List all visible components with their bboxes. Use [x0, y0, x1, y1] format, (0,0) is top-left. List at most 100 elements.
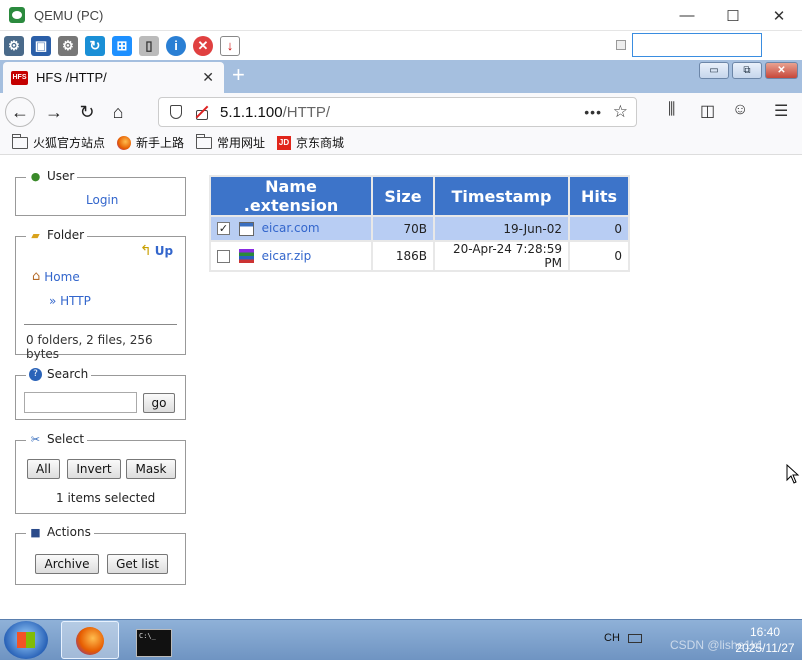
table-row[interactable]: ✓ eicar.com 70B 19-Jun-02 0 — [211, 217, 628, 240]
ime-indicator[interactable]: CH — [604, 632, 620, 644]
header-timestamp[interactable]: Timestamp — [435, 177, 568, 215]
toolbar-input[interactable] — [632, 33, 762, 57]
home-icon[interactable]: ⌂ — [103, 97, 133, 127]
reload-icon[interactable]: ↻ — [72, 97, 102, 127]
bookmark-jd[interactable]: JD 京东商城 — [277, 134, 344, 151]
url-host: 5.1.1.100 — [220, 103, 283, 121]
folder-open-icon: ▰ — [31, 228, 40, 242]
forward-arrow-icon[interactable]: → — [39, 97, 69, 127]
minimize-button[interactable]: — — [664, 0, 710, 31]
invert-button[interactable]: Invert — [67, 459, 121, 479]
refresh-icon[interactable]: ↻ — [85, 35, 105, 56]
folder-icon — [196, 133, 213, 149]
scissors-icon: ✂ — [30, 432, 41, 446]
network-icon[interactable]: ⚙ — [4, 35, 24, 56]
qemu-title-bar: QEMU (PC) — ☐ ✕ — [0, 0, 802, 31]
browser-minimize-button[interactable]: ▭ — [699, 62, 729, 79]
start-button[interactable] — [4, 621, 48, 659]
up-label: Up — [154, 244, 174, 258]
tab-title: HFS /HTTP/ — [36, 70, 107, 85]
file-link[interactable]: eicar.zip — [262, 249, 312, 263]
actions-legend: ■ Actions — [26, 525, 94, 539]
taskbar-cmd[interactable] — [122, 621, 180, 659]
url-bar[interactable]: 5.1.1.100/HTTP/ ••• ☆ — [158, 97, 637, 127]
shield-icon[interactable] — [170, 105, 182, 119]
header-size[interactable]: Size — [373, 177, 433, 215]
close-window-button[interactable]: ✕ — [756, 0, 802, 31]
up-arrow-icon: ↰ — [140, 243, 152, 259]
file-timestamp: 20-Apr-24 7:28:59 PM — [435, 242, 568, 270]
bookmark-common-sites[interactable]: 常用网址 — [196, 133, 265, 151]
qemu-window-title: QEMU (PC) — [34, 7, 104, 23]
tab-close-icon[interactable]: ✕ — [202, 69, 214, 86]
go-button[interactable]: go — [143, 393, 175, 413]
table-header-row: Name .extension Size Timestamp Hits — [211, 177, 628, 215]
bookmark-star-icon[interactable]: ☆ — [613, 102, 628, 122]
home-folder-icon: ⌂ — [32, 269, 41, 284]
get-list-button[interactable]: Get list — [107, 554, 168, 574]
windows-icon[interactable]: ⊞ — [112, 35, 132, 56]
archive-button[interactable]: Archive — [35, 554, 99, 574]
back-arrow-icon[interactable]: ← — [5, 97, 35, 127]
insecure-lock-icon[interactable] — [194, 105, 208, 120]
new-tab-icon[interactable]: + — [232, 64, 245, 86]
firefox-icon — [117, 135, 132, 150]
login-link[interactable]: Login — [86, 193, 118, 207]
bookmark-label: 京东商城 — [296, 136, 345, 150]
library-icon[interactable]: ⫼ — [668, 101, 675, 119]
menu-icon[interactable]: ☰ — [774, 101, 788, 121]
home-link[interactable]: ⌂ Home — [32, 269, 80, 284]
current-folder-link[interactable]: » HTTP — [49, 294, 91, 308]
info-icon[interactable]: i — [166, 35, 186, 56]
row-checkbox[interactable] — [217, 249, 230, 263]
bookmark-label: 新手上路 — [136, 136, 185, 150]
row-checkbox[interactable]: ✓ — [217, 222, 230, 236]
account-icon[interactable]: ☺ — [732, 101, 748, 119]
actions-panel: ■ Actions Archive Get list — [15, 525, 186, 585]
search-legend-label: Search — [47, 367, 89, 381]
fullscreen-icon[interactable]: ▣ — [31, 35, 51, 56]
archive-file-icon — [238, 249, 254, 264]
keyboard-icon[interactable] — [628, 634, 642, 643]
download-icon[interactable]: ↓ — [220, 35, 240, 56]
bookmark-getting-started[interactable]: 新手上路 — [117, 134, 184, 151]
up-link[interactable]: ↰ Up — [140, 243, 173, 259]
folder-icon — [12, 133, 28, 149]
toolbar-small-checkbox[interactable] — [616, 40, 626, 50]
jd-icon: JD — [277, 135, 292, 150]
mask-button[interactable]: Mask — [126, 459, 176, 479]
browser-restore-button[interactable]: ⧉ — [732, 62, 762, 79]
url-path: /HTTP/ — [282, 103, 331, 121]
selection-status: 1 items selected — [56, 491, 156, 505]
watermark: CSDN @lishe1k1 — [670, 638, 764, 652]
user-legend: ● User — [26, 169, 78, 183]
clipboard-icon[interactable]: ▯ — [139, 35, 159, 56]
stop-icon[interactable]: ✕ — [193, 35, 213, 56]
user-icon: ● — [30, 169, 41, 183]
bookmark-firefox-official[interactable]: 火狐官方站点 — [12, 133, 106, 151]
select-all-button[interactable]: All — [27, 459, 60, 479]
file-hits: 0 — [570, 217, 628, 240]
sidebar-icon[interactable]: ◫ — [700, 101, 715, 121]
header-name[interactable]: Name .extension — [211, 177, 371, 215]
table-row[interactable]: eicar.zip 186B 20-Apr-24 7:28:59 PM 0 — [211, 242, 628, 270]
search-input[interactable] — [24, 392, 137, 413]
header-hits[interactable]: Hits — [570, 177, 628, 215]
settings-icon[interactable]: ⚙ — [58, 35, 78, 56]
executable-file-icon — [238, 221, 254, 236]
file-size: 70B — [373, 217, 433, 240]
user-panel: ● User Login — [15, 169, 186, 216]
tab-hfs[interactable]: HFS HFS /HTTP/ ✕ — [3, 62, 224, 93]
navigation-bar: ← → ↻ ⌂ 5.1.1.100/HTTP/ ••• ☆ ⫼ ◫ ☺ ☰ — [0, 93, 802, 131]
folder-legend: ▰ Folder — [26, 228, 88, 242]
select-legend: ✂ Select — [26, 432, 88, 446]
file-link[interactable]: eicar.com — [262, 221, 320, 235]
tab-bar: HFS HFS /HTTP/ ✕ + ▭ ⧉ ✕ — [0, 60, 802, 93]
file-table: Name .extension Size Timestamp Hits ✓ ei… — [209, 175, 630, 272]
bookmark-label: 火狐官方站点 — [33, 136, 106, 150]
bookmarks-toolbar: 火狐官方站点 新手上路 常用网址 JD 京东商城 — [0, 131, 802, 155]
browser-close-button[interactable]: ✕ — [765, 62, 798, 79]
maximize-button[interactable]: ☐ — [710, 0, 756, 31]
page-actions-icon[interactable]: ••• — [584, 104, 602, 120]
taskbar-firefox[interactable] — [61, 621, 119, 659]
